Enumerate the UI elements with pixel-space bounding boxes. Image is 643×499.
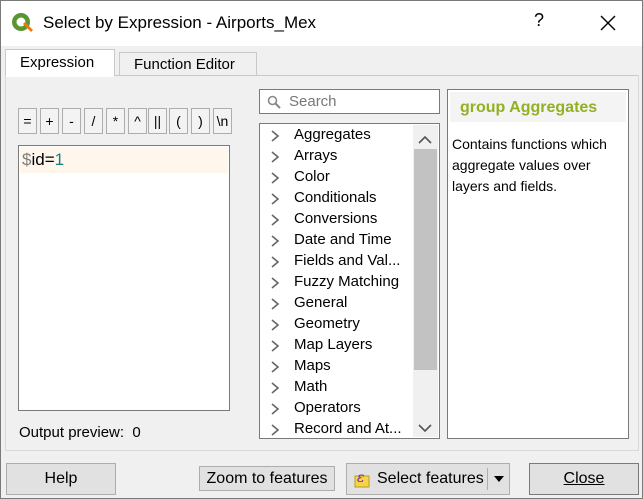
current-line-highlight: $id=1 (20, 147, 228, 173)
help-description: Contains functions which aggregate value… (452, 136, 607, 194)
select-expression-icon: ε (354, 470, 370, 488)
function-group-item[interactable]: Math (260, 377, 410, 398)
close-button[interactable]: Close (529, 463, 639, 495)
function-group-label: Conditionals (294, 189, 377, 206)
function-group-item[interactable]: Map Layers (260, 335, 410, 356)
operator-open-paren-button[interactable]: ( (169, 108, 188, 134)
function-group-label: Record and At... (294, 420, 402, 437)
code-operator: = (44, 150, 55, 169)
chevron-right-icon[interactable] (270, 298, 280, 310)
tab-expression[interactable]: Expression (5, 49, 115, 77)
select-features-label: Select features (377, 470, 484, 487)
function-tree: Aggregates Arrays Color Conditionals Con… (259, 123, 440, 439)
function-group-label: Fields and Val... (294, 252, 401, 269)
function-group-item[interactable]: Arrays (260, 146, 410, 167)
search-input[interactable]: Search (259, 89, 440, 114)
output-preview: Output preview: 0 (19, 424, 141, 441)
function-group-label: Arrays (294, 147, 338, 164)
function-group-item[interactable]: Fuzzy Matching (260, 272, 410, 293)
scrollbar-thumb[interactable] (414, 149, 437, 370)
function-tree-scrollbar[interactable] (413, 125, 438, 437)
function-group-item[interactable]: Aggregates (260, 125, 410, 146)
close-button-label: Close (563, 470, 605, 487)
function-group-item[interactable]: Conditionals (260, 188, 410, 209)
chevron-right-icon[interactable] (270, 424, 280, 436)
function-group-label: Color (294, 168, 330, 185)
operator-close-paren-button[interactable]: ) (191, 108, 210, 134)
chevron-right-icon[interactable] (270, 151, 280, 163)
operator-divide-button[interactable]: / (84, 108, 103, 134)
function-group-label: Operators (294, 399, 361, 416)
title-bar: Select by Expression - Airports_Mex ? (1, 1, 642, 46)
dropdown-arrow-icon[interactable] (493, 475, 505, 483)
dialog-window: Select by Expression - Airports_Mex ? Ex… (0, 0, 643, 499)
function-group-item[interactable]: General (260, 293, 410, 314)
select-features-button[interactable]: ε Select features (346, 463, 510, 495)
function-group-item[interactable]: Date and Time (260, 230, 410, 251)
code-field: id (31, 150, 45, 169)
search-placeholder: Search (289, 93, 337, 110)
chevron-right-icon[interactable] (270, 319, 280, 331)
qgis-logo-icon (12, 13, 33, 32)
chevron-right-icon[interactable] (270, 235, 280, 247)
function-group-label: Geometry (294, 315, 360, 332)
zoom-to-features-button[interactable]: Zoom to features (199, 466, 335, 491)
context-help-button[interactable]: ? (531, 10, 547, 31)
output-preview-label: Output preview: (19, 424, 125, 441)
chevron-right-icon[interactable] (270, 403, 280, 415)
function-group-label: General (294, 294, 348, 311)
code-number: 1 (54, 150, 65, 169)
help-button[interactable]: Help (6, 463, 116, 495)
function-group-label: Math (294, 378, 328, 395)
split-button-divider (487, 468, 488, 490)
function-group-item[interactable]: Fields and Val... (260, 251, 410, 272)
help-title: group Aggregates (460, 99, 598, 116)
tab-function-editor[interactable]: Function Editor (119, 52, 257, 76)
function-group-label: Fuzzy Matching (294, 273, 400, 290)
operator-equals-button[interactable]: = (18, 108, 37, 134)
chevron-right-icon[interactable] (270, 172, 280, 184)
chevron-right-icon[interactable] (270, 193, 280, 205)
function-group-item[interactable]: Record and At... (260, 419, 410, 438)
function-group-label: Aggregates (294, 126, 371, 143)
chevron-down-icon[interactable] (418, 423, 432, 433)
operator-plus-button[interactable]: + (40, 108, 59, 134)
chevron-right-icon[interactable] (270, 256, 280, 268)
function-group-item[interactable]: Maps (260, 356, 410, 377)
function-group-item[interactable]: Geometry (260, 314, 410, 335)
function-group-label: Map Layers (294, 336, 373, 353)
operator-concat-button[interactable]: || (148, 108, 167, 134)
function-group-label: Conversions (294, 210, 378, 227)
chevron-right-icon[interactable] (270, 214, 280, 226)
operator-power-button[interactable]: ^ (128, 108, 147, 134)
function-group-label: Date and Time (294, 231, 392, 248)
expression-editor[interactable]: $id=1 (18, 145, 230, 411)
svg-text:ε: ε (357, 470, 365, 486)
operator-newline-button[interactable]: \n (213, 108, 232, 134)
chevron-right-icon[interactable] (270, 382, 280, 394)
chevron-right-icon[interactable] (270, 130, 280, 142)
function-group-item[interactable]: Conversions (260, 209, 410, 230)
expression-code: $id=1 (22, 150, 64, 170)
output-preview-value: 0 (132, 424, 141, 441)
chevron-up-icon[interactable] (418, 135, 432, 145)
operator-minus-button[interactable]: - (62, 108, 81, 134)
function-help-panel: group Aggregates Contains functions whic… (447, 89, 629, 439)
chevron-right-icon[interactable] (270, 277, 280, 289)
help-header: group Aggregates (450, 92, 626, 122)
close-icon[interactable] (597, 12, 619, 34)
search-icon (267, 95, 281, 109)
function-group-item[interactable]: Operators (260, 398, 410, 419)
chevron-right-icon[interactable] (270, 340, 280, 352)
operator-multiply-button[interactable]: * (106, 108, 125, 134)
chevron-right-icon[interactable] (270, 361, 280, 373)
window-title: Select by Expression - Airports_Mex (43, 13, 317, 32)
function-group-label: Maps (294, 357, 331, 374)
function-group-item[interactable]: Color (260, 167, 410, 188)
